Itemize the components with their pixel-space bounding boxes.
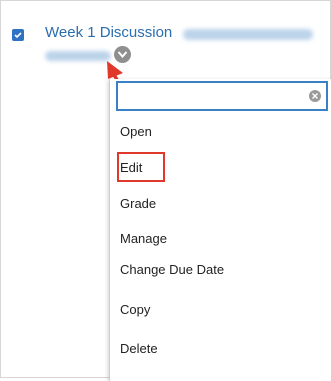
item-checkbox[interactable] xyxy=(12,29,24,41)
clear-glyph xyxy=(312,93,318,99)
content-item-panel: Week 1 Discussion Open Edit Grade Manage… xyxy=(0,0,331,381)
menu-item-delete[interactable]: Delete xyxy=(110,335,331,363)
menu-item-copy[interactable]: Copy xyxy=(110,296,331,324)
checkmark-icon xyxy=(14,32,22,39)
menu-item-change-due-date[interactable]: Change Due Date xyxy=(110,256,331,284)
context-menu: Open Edit Grade Manage Change Due Date C… xyxy=(109,79,331,381)
chevron-glyph xyxy=(117,51,128,59)
menu-item-open[interactable]: Open xyxy=(110,118,331,146)
item-title-link[interactable]: Week 1 Discussion xyxy=(45,24,172,41)
redacted-title-part xyxy=(183,29,313,40)
edit-highlight-box xyxy=(117,152,165,182)
menu-search-input[interactable] xyxy=(116,81,328,111)
close-icon[interactable] xyxy=(309,90,321,102)
menu-item-manage[interactable]: Manage xyxy=(110,225,331,253)
menu-item-grade[interactable]: Grade xyxy=(110,190,331,218)
